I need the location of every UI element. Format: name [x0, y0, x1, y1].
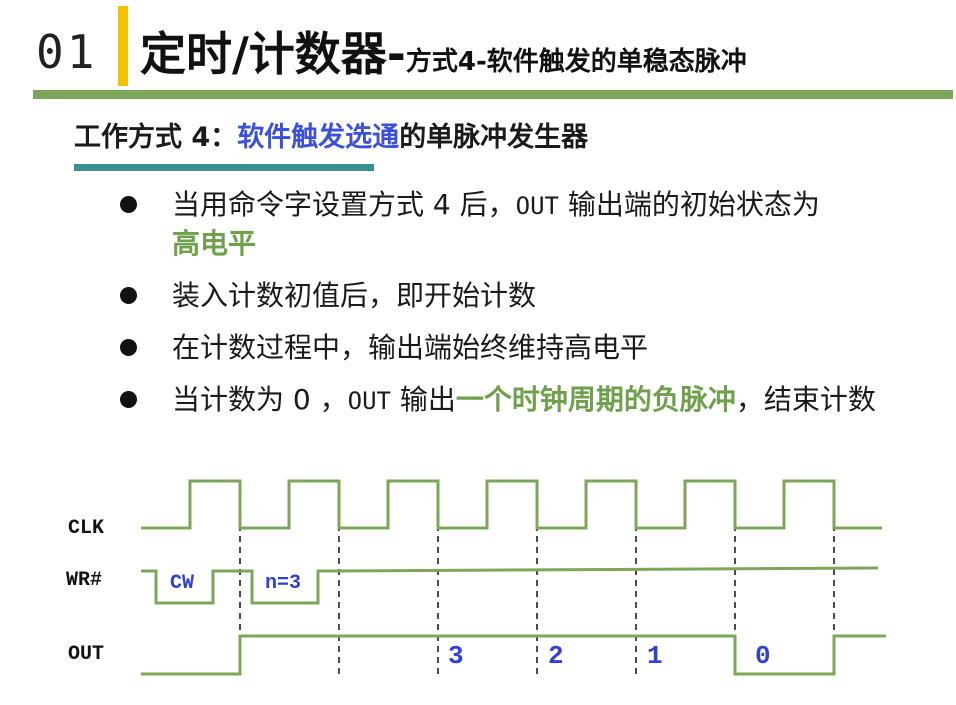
signal-label-out: OUT: [68, 643, 104, 666]
out-waveform: [141, 634, 886, 676]
clk-waveform: [141, 479, 882, 530]
signal-label-clk: CLK: [68, 517, 104, 540]
count-label-2: 2: [548, 641, 564, 671]
count-label-3: 3: [448, 641, 464, 671]
wr-label-cw: CW: [170, 572, 194, 595]
count-label-0: 0: [755, 641, 771, 671]
timing-diagram: CLK WR# OUT CW n=3 3 2 1 0: [66, 479, 886, 676]
count-label-1: 1: [647, 641, 663, 671]
wr-label-n3: n=3: [265, 572, 301, 595]
signal-label-wr: WR#: [66, 569, 102, 592]
wr-waveform: [141, 566, 879, 605]
